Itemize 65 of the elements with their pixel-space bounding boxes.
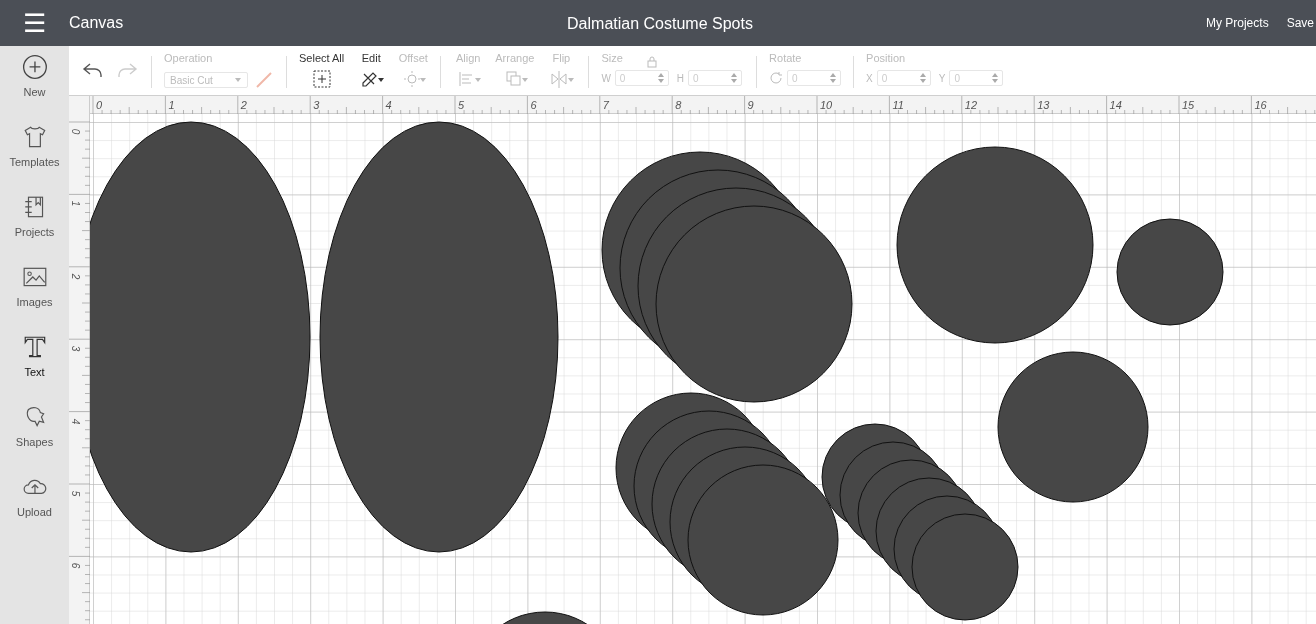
menu-button[interactable]: ☰ (21, 10, 47, 36)
spinner-icon (731, 73, 738, 83)
ruler-number: 2 (69, 273, 83, 280)
ruler-number: 5 (69, 490, 83, 497)
ruler-number: 3 (313, 98, 320, 113)
ruler-number: 6 (530, 98, 537, 113)
tool-label: Operation (164, 52, 214, 65)
ruler-number: 1 (168, 98, 175, 113)
tool-label: Size (601, 52, 623, 65)
spinner-icon (657, 73, 664, 83)
header-link[interactable]: My Projects (1205, 14, 1269, 32)
ruler-number: 14 (1109, 98, 1122, 113)
pen-icon (254, 70, 274, 90)
spinner-icon (830, 73, 837, 83)
ruler-number: 10 (820, 98, 833, 113)
sidebar-item[interactable]: Text (2, 334, 67, 394)
sidebar-item[interactable]: Projects (2, 194, 67, 254)
ruler-number: 1 (69, 201, 83, 207)
sidebar-item[interactable]: Shapes (2, 404, 67, 464)
spot-shape[interactable] (896, 146, 1094, 344)
spot-stack[interactable] (601, 151, 853, 403)
field-label: H (676, 71, 685, 86)
ruler-number: 9 (747, 98, 754, 113)
ruler-number: 4 (69, 418, 83, 424)
sidebar-item[interactable]: Templates (2, 124, 67, 184)
ruler-number: 7 (602, 98, 609, 113)
spot-shape[interactable] (319, 121, 559, 553)
ruler-number: 13 (1037, 98, 1050, 113)
undo-icon (81, 60, 105, 80)
sidebar-item[interactable]: Upload (2, 474, 67, 534)
section-title: Canvas (69, 13, 124, 33)
rotate-icon (769, 71, 784, 85)
ruler-number: 0 (96, 98, 103, 113)
ruler-number: 12 (964, 98, 978, 113)
document-title: Dalmatian Costume Spots (566, 14, 754, 34)
selectall-tool[interactable]: Select All (299, 52, 345, 90)
ruler-number: 3 (69, 345, 83, 352)
caret-icon (234, 77, 242, 83)
lock-icon (646, 56, 659, 68)
sidebar-item[interactable]: New (2, 54, 67, 114)
ruler-number: 8 (675, 98, 682, 113)
ruler-number: 0 (69, 128, 83, 135)
ruler-number: 11 (892, 98, 904, 113)
ruler-number: 15 (1182, 98, 1195, 113)
spot-stack[interactable] (821, 423, 1019, 621)
ruler-number: 5 (458, 98, 465, 113)
sidebar-item[interactable]: Images (2, 264, 67, 324)
header-link[interactable]: Save (1286, 14, 1314, 32)
field-label: W (601, 71, 611, 86)
spinner-icon (919, 73, 926, 83)
field-label: X (866, 71, 873, 86)
tool-label: Position (866, 52, 907, 65)
spot-stack[interactable] (615, 392, 839, 616)
new-icon (21, 54, 48, 80)
ruler-number: 4 (385, 98, 392, 113)
tool-label: Rotate (769, 52, 803, 65)
ruler-number: 16 (1254, 98, 1267, 113)
spinner-icon (992, 73, 999, 83)
spot-shape[interactable] (90, 121, 311, 553)
ruler-number: 2 (240, 98, 247, 113)
spot-shape[interactable] (997, 351, 1149, 503)
spot-shape[interactable] (1116, 218, 1224, 326)
field-label: Y (938, 71, 946, 86)
ruler-number: 6 (69, 563, 83, 569)
edit-tool[interactable]: Edit (356, 52, 387, 90)
